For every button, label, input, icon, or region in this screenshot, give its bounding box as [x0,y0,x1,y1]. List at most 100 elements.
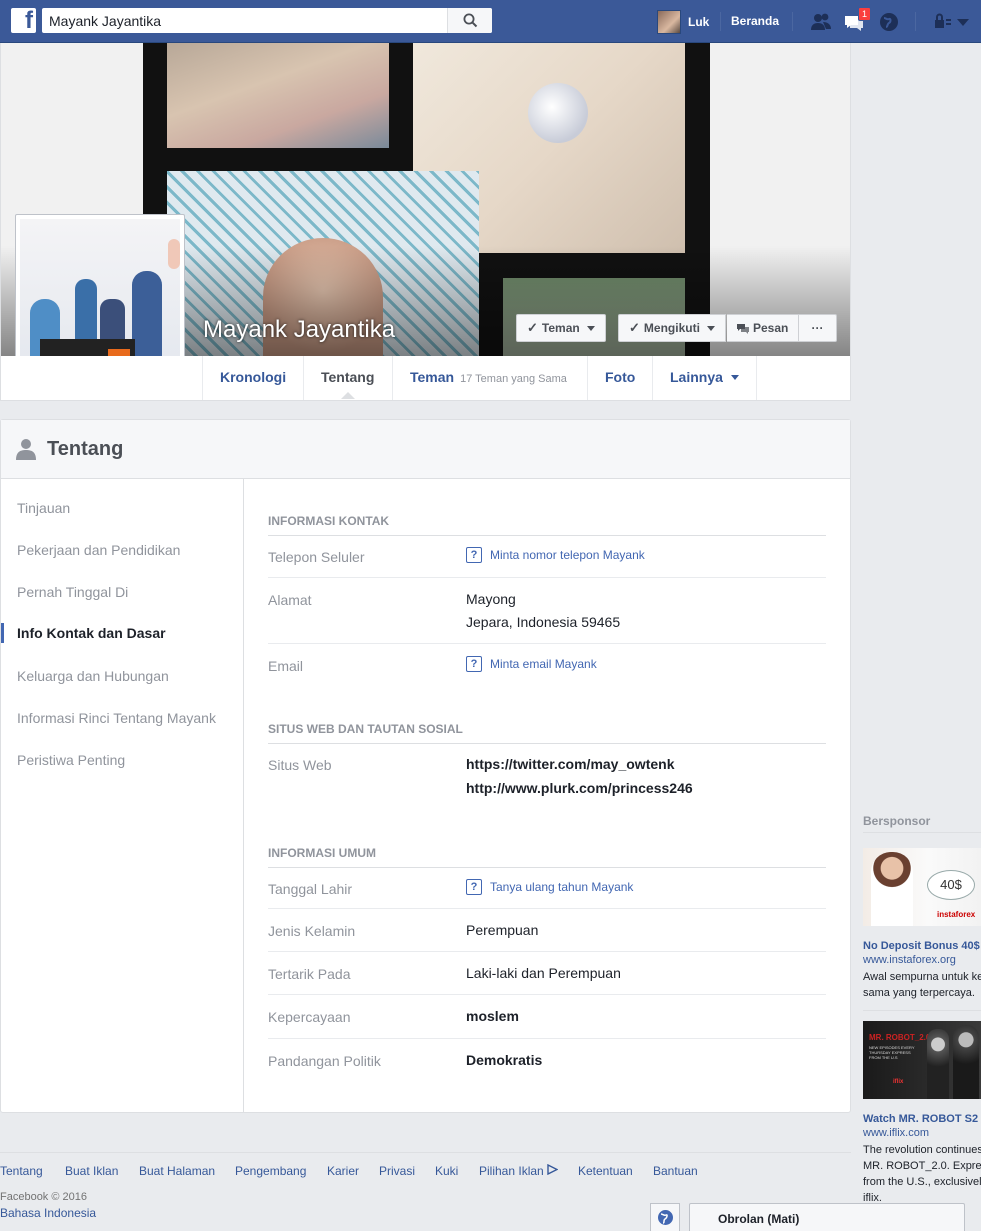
chat-options-button[interactable] [650,1203,680,1231]
privacy-lock-icon[interactable] [932,10,956,34]
message-button-label: Pesan [753,321,789,335]
ad-title[interactable]: Watch MR. ROBOT S2 [863,1113,978,1125]
profile-picture-image [20,219,180,379]
footer-link-about[interactable]: Tentang [0,1164,43,1178]
footer-link-terms[interactable]: Ketentuan [578,1164,633,1178]
nav-divider [792,12,793,31]
ad-url[interactable]: www.iflix.com [863,1127,929,1139]
profile-link[interactable]: Luk [657,9,709,34]
nav-divider [915,12,916,31]
copyright: Facebook © 2016 [0,1191,87,1203]
gender-value: Perempuan [466,922,539,938]
chevron-down-icon [730,375,739,380]
twitter-link[interactable]: https://twitter.com/may_owtenk [466,753,693,776]
website-label: Situs Web [268,757,332,773]
row-divider [268,1038,826,1039]
general-section-title: INFORMASI UMUM [268,846,826,868]
sidebar-item-work-education[interactable]: Pekerjaan dan Pendidikan [17,542,180,558]
message-icon [737,323,749,334]
more-button[interactable]: ··· [799,314,837,342]
question-icon: ? [466,656,482,672]
message-button[interactable]: Pesan [727,314,800,342]
divider [863,1010,981,1011]
friend-button[interactable]: ✓ Teman [516,314,606,342]
row-divider [268,994,826,995]
tab-friends[interactable]: Teman 17 Teman yang Sama [392,356,584,400]
footer-link-privacy[interactable]: Privasi [379,1164,415,1178]
avatar [657,9,681,34]
sidebar-item-overview[interactable]: Tinjauan [17,500,70,516]
footer-link-ad-choices[interactable]: Pilihan Iklan [479,1163,559,1178]
sidebar-item-life-events[interactable]: Peristiwa Penting [17,752,125,768]
friend-button-label: Teman [541,321,580,335]
check-icon: ✓ [527,320,538,335]
following-button-label: Mengikuti [643,321,700,335]
footer-link-help[interactable]: Bantuan [653,1164,698,1178]
ad-url[interactable]: www.instaforex.org [863,954,956,966]
active-tab-indicator [341,392,355,399]
user-name: Luk [688,14,710,29]
gender-label: Jenis Kelamin [268,923,356,939]
ad-title[interactable]: No Deposit Bonus 40$ [863,940,980,952]
chat-bar[interactable]: Obrolan (Mati) [689,1203,965,1231]
sidebar-item-places[interactable]: Pernah Tinggal Di [17,584,128,600]
ad-bubble-text: 40$ [927,870,975,900]
tab-photos[interactable]: Foto [587,356,652,400]
profile-tabs: Kronologi Tentang Teman 17 Teman yang Sam… [0,356,851,401]
row-divider [268,908,826,909]
home-link[interactable]: Beranda [731,14,779,28]
ad-image-iflix[interactable]: MR. ROBOT_2.0 NEW EPISODES EVERY THURSDA… [863,1021,981,1099]
nav-divider [720,12,721,31]
footer-link-create-ad[interactable]: Buat Iklan [65,1164,118,1178]
phone-label: Telepon Seluler [268,549,365,565]
footer-link-cookies[interactable]: Kuki [435,1164,458,1178]
ad-banner-text: MR. ROBOT_2.0 [869,1033,931,1042]
ad-brand: instaforex [937,910,976,919]
active-indicator [1,623,4,643]
account-menu-icon[interactable] [956,10,970,34]
birthday-label: Tanggal Lahir [268,881,353,897]
search-input[interactable] [42,8,447,33]
notifications-globe-icon[interactable] [877,10,901,34]
address-label: Alamat [268,592,312,608]
plurk-link[interactable]: http://www.plurk.com/princess246 [466,777,693,800]
footer-divider [0,1152,851,1153]
address-value: Mayong Jepara, Indonesia 59465 [466,591,621,630]
interested-label: Tertarik Pada [268,966,351,982]
politics-label: Pandangan Politik [268,1053,381,1069]
facebook-logo[interactable]: f [11,7,36,34]
ad-choices-icon [547,1163,559,1176]
footer-link-create-page[interactable]: Buat Halaman [139,1164,215,1178]
interested-value: Laki-laki dan Perempuan [466,965,621,981]
sidebar-item-family[interactable]: Keluarga dan Hubungan [17,668,169,684]
about-sidebar: Tinjauan Pekerjaan dan Pendidikan Pernah… [1,479,244,1113]
tab-more[interactable]: Lainnya [652,356,757,400]
ask-birthday-link[interactable]: ? Tanya ulang tahun Mayank [466,879,633,895]
language-link[interactable]: Bahasa Indonesia [0,1206,96,1220]
search-box [42,8,492,33]
collage-photo [167,43,389,148]
divider [863,832,981,833]
about-header: Tentang [1,420,850,479]
request-email-link[interactable]: ? Minta email Mayank [466,656,597,672]
question-icon: ? [466,879,482,895]
ad-image-instaforex[interactable]: 40$ instaforex [863,848,981,926]
sidebar-item-details[interactable]: Informasi Rinci Tentang Mayank [17,710,216,726]
friend-requests-icon[interactable] [809,10,833,34]
footer-link-careers[interactable]: Karier [327,1164,359,1178]
tab-timeline[interactable]: Kronologi [202,356,303,400]
sponsored-title: Bersponsor [863,814,931,828]
chevron-down-icon [706,325,715,331]
ad-body: Awal sempurna untuk ke sama yang terperc… [863,971,981,999]
request-phone-link[interactable]: ? Minta nomor telepon Mayank [466,547,645,563]
footer-link-developers[interactable]: Pengembang [235,1164,306,1178]
sidebar-item-contact-basic[interactable]: Info Kontak dan Dasar [17,625,166,641]
ad-banner-subtext: NEW EPISODES EVERY THURSDAY EXPRESS FROM… [869,1045,915,1060]
chevron-down-icon [586,325,595,331]
search-icon [463,13,478,28]
web-section-title: SITUS WEB DAN TAUTAN SOSIAL [268,722,826,744]
profile-name: Mayank Jayantika [203,316,396,343]
search-button[interactable] [447,8,492,33]
following-button[interactable]: ✓ Mengikuti [618,314,726,342]
religion-label: Kepercayaan [268,1009,351,1025]
